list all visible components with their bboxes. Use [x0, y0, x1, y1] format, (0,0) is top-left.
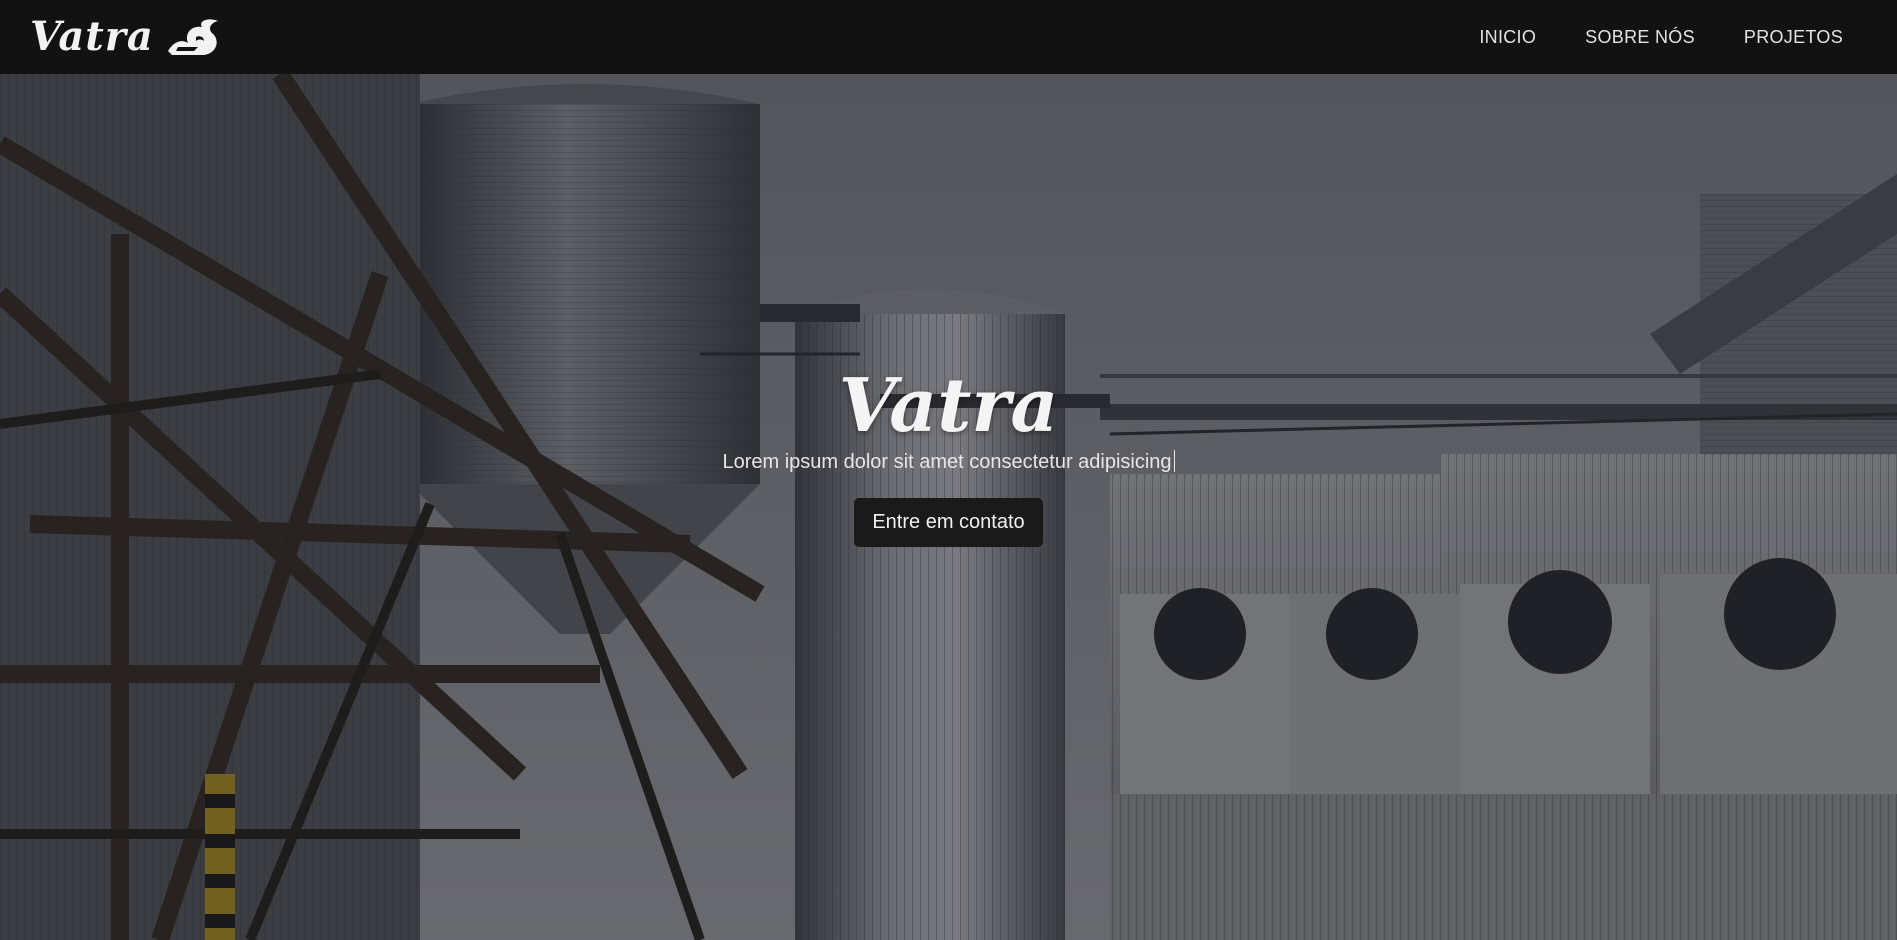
- nav-link-inicio[interactable]: INICIO: [1479, 27, 1536, 48]
- hero-subtitle: Lorem ipsum dolor sit amet consectetur a…: [0, 448, 1897, 476]
- nav-link-projetos[interactable]: PROJETOS: [1744, 27, 1843, 48]
- hero-content: Vatra Lorem ipsum dolor sit amet consect…: [0, 366, 1897, 547]
- hero-subtitle-text: Lorem ipsum dolor sit amet consectetur a…: [722, 451, 1172, 473]
- brand-name: Vatra: [30, 13, 154, 60]
- main-nav: INICIO SOBRE NÓS PROJETOS: [1430, 27, 1843, 48]
- brand-logo[interactable]: Vatra: [30, 0, 222, 74]
- navbar: Vatra INICIO SOBRE NÓS PROJETOS: [0, 0, 1897, 74]
- flame-logo-icon: [167, 19, 218, 55]
- hero-title: Vatra: [838, 363, 1059, 449]
- nav-link-sobre-nos[interactable]: SOBRE NÓS: [1585, 27, 1695, 48]
- hero-section: Vatra Lorem ipsum dolor sit amet consect…: [0, 74, 1897, 940]
- contact-button[interactable]: Entre em contato: [854, 498, 1043, 547]
- text-cursor: [1173, 450, 1175, 472]
